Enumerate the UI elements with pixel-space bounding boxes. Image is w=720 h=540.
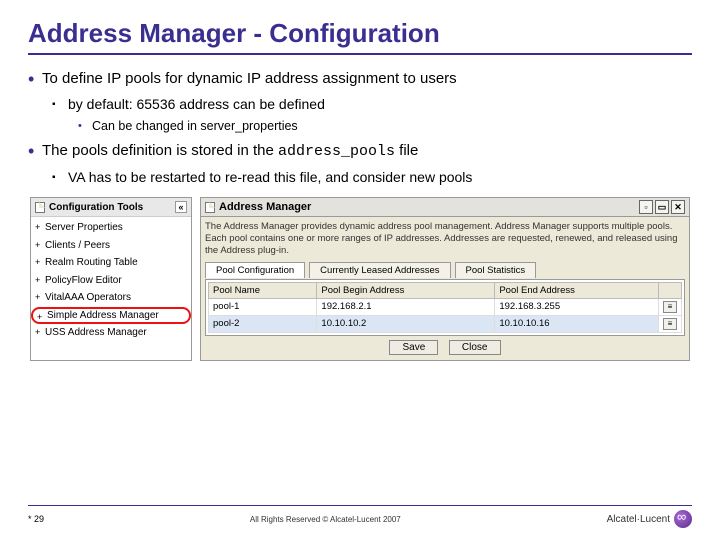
bullet-2-pre: The pools definition is stored in the: [42, 142, 278, 159]
address-manager-panel: Address Manager ▫ ▭ ✕ The Address Manage…: [200, 197, 690, 361]
bullet-2: The pools definition is stored in the ad…: [28, 141, 692, 187]
sidebar-item-server-properties[interactable]: Server Properties: [31, 219, 191, 237]
sidebar-header[interactable]: Configuration Tools «: [31, 198, 191, 217]
cell-pool-end: 10.10.10.16: [495, 315, 659, 332]
sidebar-item-vitalaaa-operators[interactable]: VitalAAA Operators: [31, 289, 191, 307]
collapse-icon[interactable]: «: [175, 201, 187, 213]
col-pool-begin: Pool Begin Address: [317, 282, 495, 298]
panel-titlebar: Address Manager ▫ ▭ ✕: [200, 197, 690, 217]
sidebar-item-realm-routing[interactable]: Realm Routing Table: [31, 254, 191, 272]
cell-pool-name: pool-1: [209, 298, 317, 315]
col-pool-name: Pool Name: [209, 282, 317, 298]
table-header-row: Pool Name Pool Begin Address Pool End Ad…: [209, 282, 682, 298]
brand-logo: Alcatel·Lucent: [607, 510, 692, 528]
config-tools-sidebar: Configuration Tools « Server Properties …: [30, 197, 192, 361]
sidebar-header-label: Configuration Tools: [49, 202, 143, 213]
maximize-icon[interactable]: ▭: [655, 200, 669, 214]
page-number-value: 29: [34, 514, 44, 524]
table-row[interactable]: pool-2 10.10.10.2 10.10.10.16 ≡: [209, 315, 682, 332]
tab-pool-configuration[interactable]: Pool Configuration: [205, 262, 305, 278]
cell-pool-name: pool-2: [209, 315, 317, 332]
save-button[interactable]: Save: [389, 340, 438, 355]
tab-currently-leased[interactable]: Currently Leased Addresses: [309, 262, 450, 278]
bullet-1-1-1: Can be changed in server_properties: [78, 118, 692, 135]
panel-description: The Address Manager provides dynamic add…: [205, 221, 685, 257]
cell-pool-end: 192.168.3.255: [495, 298, 659, 315]
close-icon[interactable]: ✕: [671, 200, 685, 214]
bullet-2-post: file: [395, 142, 418, 159]
bullet-list: To define IP pools for dynamic IP addres…: [28, 69, 692, 187]
slide-footer: * 29 All Rights Reserved © Alcatel-Lucen…: [0, 505, 720, 528]
sidebar-list: Server Properties Clients / Peers Realm …: [31, 217, 191, 344]
minimize-icon[interactable]: ▫: [639, 200, 653, 214]
brand-text: Alcatel·Lucent: [607, 514, 670, 525]
panel-title: Address Manager: [219, 201, 311, 213]
close-button[interactable]: Close: [449, 340, 501, 355]
bullet-2-code: address_pools: [278, 143, 395, 160]
panel-icon: [205, 202, 215, 213]
page-number: * 29: [28, 514, 44, 524]
sidebar-item-uss-address-manager[interactable]: USS Address Manager: [31, 324, 191, 342]
bullet-1: To define IP pools for dynamic IP addres…: [28, 69, 692, 135]
pool-table: Pool Name Pool Begin Address Pool End Ad…: [208, 282, 682, 333]
slide-title: Address Manager - Configuration: [28, 18, 692, 55]
bullet-2-1: VA has to be restarted to re-read this f…: [52, 168, 692, 187]
edit-row-icon[interactable]: ≡: [663, 318, 677, 330]
cell-pool-begin: 192.168.2.1: [317, 298, 495, 315]
bullet-1-1: by default: 65536 address can be defined…: [52, 95, 692, 135]
table-row[interactable]: pool-1 192.168.2.1 192.168.3.255 ≡: [209, 298, 682, 315]
sidebar-item-policyflow-editor[interactable]: PolicyFlow Editor: [31, 272, 191, 290]
bullet-1-1-text: by default: 65536 address can be defined: [68, 96, 325, 112]
sidebar-item-simple-address-manager[interactable]: Simple Address Manager: [31, 307, 191, 325]
bullet-1-text: To define IP pools for dynamic IP addres…: [42, 70, 457, 87]
col-pool-end: Pool End Address: [495, 282, 659, 298]
tab-pool-statistics[interactable]: Pool Statistics: [455, 262, 537, 278]
copyright: All Rights Reserved © Alcatel-Lucent 200…: [250, 515, 401, 524]
screenshot-embed: Configuration Tools « Server Properties …: [28, 197, 692, 361]
pool-table-wrap: Pool Name Pool Begin Address Pool End Ad…: [205, 279, 685, 336]
edit-row-icon[interactable]: ≡: [663, 301, 677, 313]
brand-icon: [674, 510, 692, 528]
tab-bar: Pool Configuration Currently Leased Addr…: [205, 261, 685, 277]
cell-pool-begin: 10.10.10.2: [317, 315, 495, 332]
tools-icon: [35, 202, 45, 213]
sidebar-item-clients-peers[interactable]: Clients / Peers: [31, 237, 191, 255]
col-action: [659, 282, 682, 298]
